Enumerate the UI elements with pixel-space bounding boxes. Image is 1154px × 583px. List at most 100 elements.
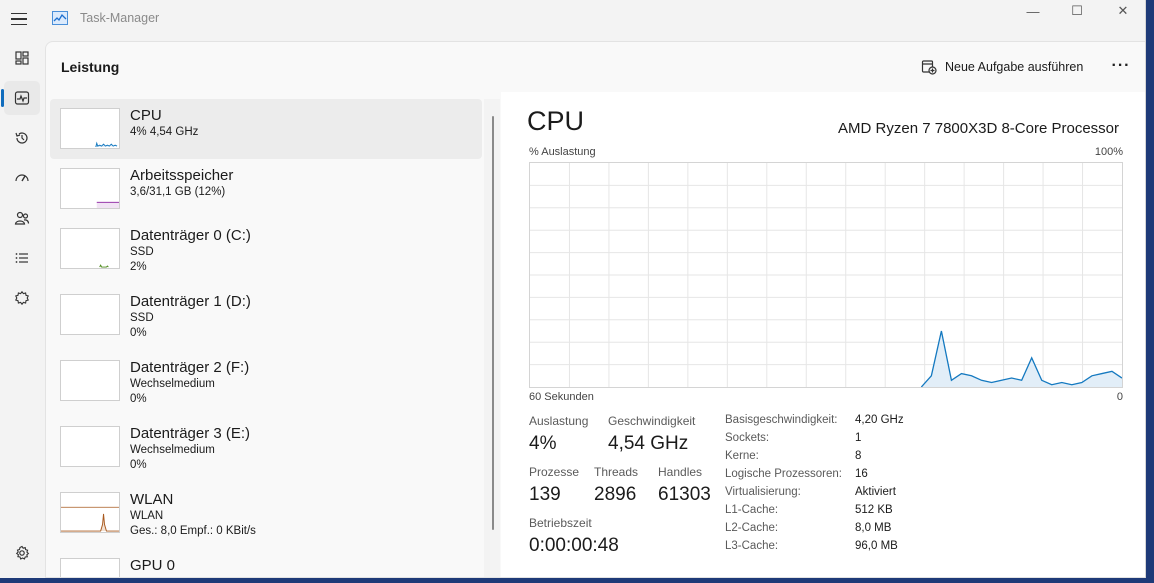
spec-value: 96,0 MB [855,540,898,552]
nav-services[interactable] [4,281,40,315]
resource-item-memory[interactable]: Arbeitsspeicher 3,6/31,1 GB (12%) [50,159,482,219]
graph-x-label: 60 Sekunden [529,391,594,403]
utilization-label: Auslastung [529,414,589,428]
resource-item-disk-0[interactable]: Datenträger 0 (C:) SSD 2% [50,219,482,279]
resource-item-cpu[interactable]: CPU 4% 4,54 GHz [50,99,482,159]
resource-detail: 3,6/31,1 GB (12%) [130,186,226,198]
maximize-button[interactable]: ☐ [1054,0,1100,22]
resource-detail: 2% [130,261,147,273]
spec-value: 1 [855,432,862,444]
speed-value: 4,54 GHz [608,433,689,454]
spec-key: Virtualisierung: [725,486,801,498]
page-title: Leistung [61,59,120,75]
resource-list-scrollbar[interactable] [492,116,494,530]
speed-label: Geschwindigkeit [608,414,696,428]
wifi-sparkline [60,492,120,533]
handles-label: Handles [658,465,703,479]
resource-detail: 0% [130,459,147,471]
spec-value: 512 KB [855,504,893,516]
utilization-value: 4% [529,433,557,454]
startup-apps-icon [15,174,29,182]
nav-users[interactable] [4,201,40,235]
resource-name: Arbeitsspeicher [130,167,234,184]
detail-title: CPU [527,106,585,136]
more-options-icon[interactable]: ··· [1111,56,1131,76]
processes-value: 139 [529,484,561,505]
resource-type: WLAN [130,510,164,522]
spec-key: Basisgeschwindigkeit: [725,414,838,426]
resource-item-disk-2[interactable]: Datenträger 2 (F:) Wechselmedium 0% [50,351,482,411]
minimize-button[interactable]: — [1010,0,1056,22]
cpu-utilization-graph [529,162,1123,388]
run-new-task-label: Neue Aufgabe ausführen [945,60,1084,74]
processes-icon [15,51,29,65]
threads-label: Threads [594,465,639,479]
graph-y-max-label: 100% [1094,146,1123,158]
handles-value: 61303 [658,484,711,505]
resource-detail: 0% [130,327,147,339]
spec-value: 16 [855,468,868,480]
resource-name: Datenträger 2 (F:) [130,359,250,376]
disk-2-sparkline [60,360,120,401]
spec-key: L1-Cache: [725,504,779,516]
spec-value: 8 [855,450,862,462]
new-task-icon [921,60,937,75]
nav-processes[interactable] [4,41,40,75]
spec-key: Kerne: [725,450,759,462]
resource-name: Datenträger 3 (E:) [130,425,251,442]
task-manager-app-icon [52,11,68,25]
performance-icon [14,91,30,105]
resource-detail: Ges.: 8,0 Empf.: 0 KBit/s [130,525,256,537]
spec-key: L3-Cache: [725,540,779,552]
resource-name: Datenträger 0 (C:) [130,227,251,244]
resource-item-disk-3[interactable]: Datenträger 3 (E:) Wechselmedium 0% [50,417,482,477]
graph-y-label: % Auslastung [529,146,596,158]
uptime-value: 0:00:00:48 [529,535,619,556]
title-bar: Task-Manager — ☐ ✕ [0,0,1145,38]
app-history-icon [15,132,28,144]
hamburger-menu-icon[interactable] [11,9,31,29]
processes-label: Prozesse [529,465,580,479]
resource-detail: 0% [130,393,147,405]
task-manager-window: Task-Manager — ☐ ✕ Leistung Neue Aufgabe… [0,0,1146,578]
cpu-detail-pane: CPU AMD Ryzen 7 7800X3D 8-Core Processor… [501,92,1145,577]
spec-value: Aktiviert [855,486,896,498]
resource-type: SSD [130,246,154,258]
threads-value: 2896 [594,484,637,505]
uptime-label: Betriebszeit [529,516,592,530]
resource-item-gpu[interactable]: GPU 0 [50,549,482,577]
nav-details[interactable] [4,241,40,275]
memory-sparkline [60,168,120,209]
disk-0-sparkline [60,228,120,269]
resource-name: GPU 0 [130,557,176,574]
nav-settings[interactable] [4,536,40,570]
disk-3-sparkline [60,426,120,467]
spec-key: Logische Prozessoren: [725,468,842,480]
resource-detail: 4% 4,54 GHz [130,126,199,138]
resource-type: SSD [130,312,154,324]
resource-name: WLAN [130,491,174,508]
users-icon [14,211,30,225]
spec-key: L2-Cache: [725,522,779,534]
details-icon [15,253,28,263]
cpu-model-name: AMD Ryzen 7 7800X3D 8-Core Processor [838,120,1119,137]
nav-performance[interactable] [4,81,40,115]
resource-item-wifi[interactable]: WLAN WLAN Ges.: 8,0 Empf.: 0 KBit/s [50,483,482,543]
resource-name: CPU [130,107,162,124]
run-new-task-button[interactable]: Neue Aufgabe ausführen [921,57,1083,77]
close-button[interactable]: ✕ [1100,0,1145,22]
nav-startup-apps[interactable] [4,161,40,195]
resource-type: Wechselmedium [130,444,215,456]
spec-key: Sockets: [725,432,770,444]
graph-x-min-label: 0 [1116,391,1123,403]
resource-name: Datenträger 1 (D:) [130,293,251,310]
gpu-sparkline [60,558,120,577]
resource-type: Wechselmedium [130,378,215,390]
performance-page: Leistung Neue Aufgabe ausführen ··· CPU … [45,41,1145,578]
services-icon [15,290,29,306]
gear-icon [15,545,30,560]
spec-value: 4,20 GHz [855,414,904,426]
nav-app-history[interactable] [4,121,40,155]
disk-1-sparkline [60,294,120,335]
resource-item-disk-1[interactable]: Datenträger 1 (D:) SSD 0% [50,285,482,345]
